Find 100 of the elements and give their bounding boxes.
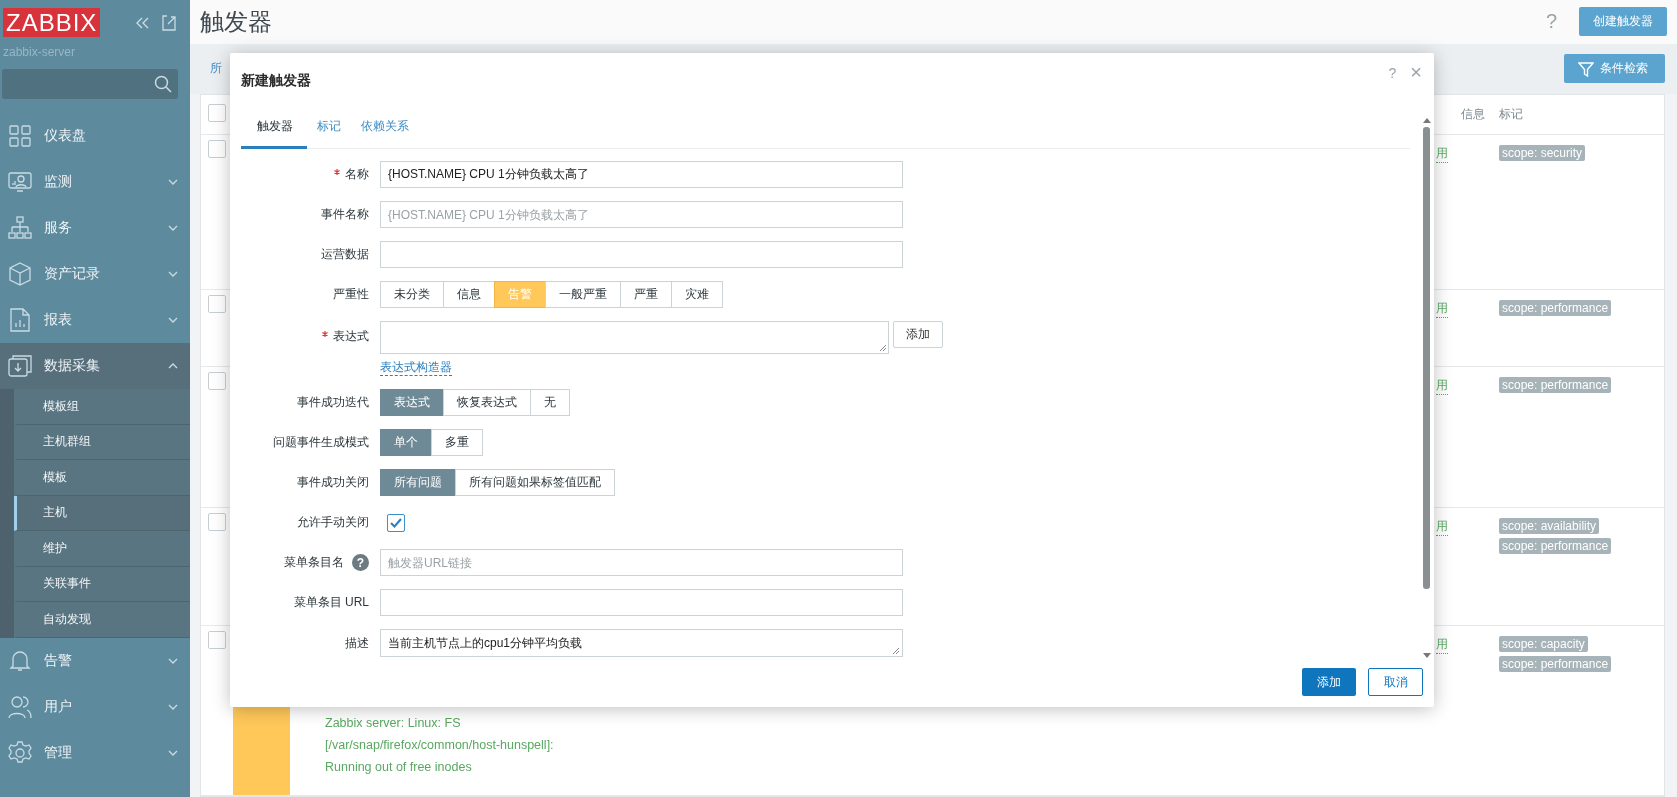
field-label: 事件名称 bbox=[321, 206, 369, 223]
checkbox[interactable] bbox=[208, 513, 226, 531]
nav-item[interactable]: 服务 bbox=[0, 205, 190, 251]
tag: scope: availability bbox=[1499, 518, 1600, 534]
cancel-button[interactable]: 取消 bbox=[1368, 668, 1423, 696]
collapse-icon[interactable] bbox=[134, 15, 150, 30]
users-icon bbox=[8, 694, 32, 719]
nav-subitem[interactable]: 自动发现 bbox=[14, 602, 190, 638]
checkbox[interactable] bbox=[208, 104, 226, 122]
textarea-field[interactable]: 当前主机节点上的cpu1分钟平均负载 bbox=[380, 629, 903, 657]
status-link[interactable]: 用 bbox=[1436, 300, 1448, 318]
field-label: 名称 bbox=[345, 166, 369, 183]
nav-item[interactable]: 管理 bbox=[0, 729, 190, 776]
tab[interactable]: 触发器 bbox=[241, 118, 307, 149]
segment-option[interactable]: 所有问题如果标签值匹配 bbox=[455, 469, 615, 496]
segment-option[interactable]: 多重 bbox=[431, 429, 483, 456]
nav-subitem[interactable]: 关联事件 bbox=[14, 566, 190, 602]
column-header[interactable]: 信息 bbox=[1461, 107, 1485, 121]
checkbox[interactable] bbox=[208, 372, 226, 390]
column-header[interactable]: 标记 bbox=[1499, 107, 1523, 121]
input-field[interactable]: {HOST.NAME} CPU 1分钟负载太高了 bbox=[380, 161, 903, 188]
search-icon bbox=[154, 75, 172, 93]
checkbox[interactable] bbox=[387, 513, 405, 532]
field-label: 菜单条目名 bbox=[284, 554, 344, 571]
nav-item[interactable]: 资产记录 bbox=[0, 251, 190, 297]
cube-icon bbox=[8, 262, 32, 286]
field-label: 菜单条目 URL bbox=[293, 594, 369, 611]
filter-button[interactable]: 条件检索 bbox=[1564, 54, 1665, 84]
expression-field[interactable] bbox=[380, 321, 889, 354]
check-icon bbox=[390, 517, 402, 528]
input-field[interactable] bbox=[380, 241, 903, 268]
help-icon[interactable]: ? bbox=[352, 554, 369, 571]
segment-option[interactable]: 未分类 bbox=[380, 281, 444, 308]
segment-option[interactable]: 表达式 bbox=[380, 389, 444, 416]
required-icon bbox=[334, 169, 340, 175]
trigger-link[interactable]: Zabbix server: Linux: FS [/var/snap/firefox/common/host-hunspell]: Running out of free inodes bbox=[325, 712, 555, 778]
help-link[interactable]: ? bbox=[1388, 65, 1397, 81]
field-label: 运营数据 bbox=[321, 246, 369, 263]
segment-option[interactable]: 单个 bbox=[380, 429, 432, 456]
nav-subitem[interactable]: 主机群组 bbox=[14, 424, 190, 460]
nav-subitem[interactable]: 模板 bbox=[14, 460, 190, 496]
expand-icon[interactable] bbox=[162, 14, 176, 31]
help-link[interactable]: ? bbox=[1545, 10, 1557, 34]
nav-item[interactable]: 监测 bbox=[0, 159, 190, 205]
nav-subitem[interactable]: 维护 bbox=[14, 531, 190, 567]
tab[interactable]: 依赖关系 bbox=[351, 118, 419, 149]
field-label: 事件成功关闭 bbox=[297, 474, 369, 491]
server-name: zabbix-server bbox=[2, 44, 77, 59]
input-field[interactable]: 触发器URL链接 bbox=[380, 549, 903, 576]
required-icon bbox=[322, 331, 328, 337]
input-field[interactable]: {HOST.NAME} CPU 1分钟负载太高了 bbox=[380, 201, 903, 228]
tag: scope: performance bbox=[1499, 538, 1612, 554]
nav-item[interactable]: 数据采集 bbox=[0, 343, 190, 389]
segment-option[interactable]: 信息 bbox=[443, 281, 495, 308]
segment-option[interactable]: 灾难 bbox=[671, 281, 723, 308]
nav-item[interactable]: 仪表盘 bbox=[0, 113, 190, 159]
down-arrow-icon bbox=[1422, 653, 1431, 658]
tag: scope: security bbox=[1499, 145, 1586, 161]
nav-subitem[interactable]: 模板组 bbox=[14, 389, 190, 425]
scrollbar[interactable] bbox=[1422, 118, 1431, 658]
bell-icon bbox=[8, 648, 32, 673]
segment-option[interactable]: 无 bbox=[530, 389, 570, 416]
expression-builder-link[interactable]: 表达式构造器 bbox=[380, 360, 452, 376]
checkbox[interactable] bbox=[208, 140, 226, 158]
download-icon bbox=[8, 354, 32, 378]
add-button[interactable]: 添加 bbox=[893, 321, 943, 348]
segment-option[interactable]: 一般严重 bbox=[545, 281, 621, 308]
status-link[interactable]: 用 bbox=[1436, 518, 1448, 536]
input-field[interactable] bbox=[380, 589, 903, 616]
nav-item[interactable]: 用户 bbox=[0, 683, 190, 730]
checkbox[interactable] bbox=[208, 295, 226, 313]
filter-link[interactable]: 所 bbox=[210, 60, 222, 78]
document-icon bbox=[8, 308, 32, 332]
page-title: 触发器 bbox=[200, 6, 272, 37]
logo[interactable]: ZABBIX bbox=[3, 8, 101, 37]
tag: scope: performance bbox=[1499, 656, 1612, 672]
nav-subitem[interactable]: 主机 bbox=[14, 495, 190, 531]
nav-item[interactable]: 告警 bbox=[0, 637, 190, 684]
search-field[interactable] bbox=[2, 69, 178, 99]
tab[interactable]: 标记 bbox=[307, 118, 351, 149]
up-arrow-icon bbox=[1422, 118, 1431, 123]
tag: scope: performance bbox=[1499, 377, 1612, 393]
status-link[interactable]: 用 bbox=[1436, 145, 1448, 163]
create-trigger-button[interactable]: 创建触发器 bbox=[1579, 7, 1667, 37]
monitor-icon bbox=[8, 170, 32, 194]
field-label: 描述 bbox=[345, 634, 369, 652]
tag: scope: performance bbox=[1499, 300, 1612, 316]
scrollbar-thumb[interactable] bbox=[1423, 127, 1430, 589]
status-link[interactable]: 用 bbox=[1436, 636, 1448, 654]
tag: scope: capacity bbox=[1499, 636, 1588, 652]
segment-option[interactable]: 所有问题 bbox=[380, 469, 456, 496]
nav-item[interactable]: 报表 bbox=[0, 297, 190, 343]
segment-option[interactable]: 严重 bbox=[620, 281, 672, 308]
checkbox[interactable] bbox=[208, 631, 226, 649]
close-button[interactable]: × bbox=[1410, 65, 1422, 79]
add-button[interactable]: 添加 bbox=[1302, 668, 1356, 696]
resize-handle-icon bbox=[879, 344, 887, 352]
segment-option[interactable]: 恢复表达式 bbox=[443, 389, 531, 416]
status-link[interactable]: 用 bbox=[1436, 377, 1448, 395]
field-label: 允许手动关闭 bbox=[297, 514, 369, 531]
